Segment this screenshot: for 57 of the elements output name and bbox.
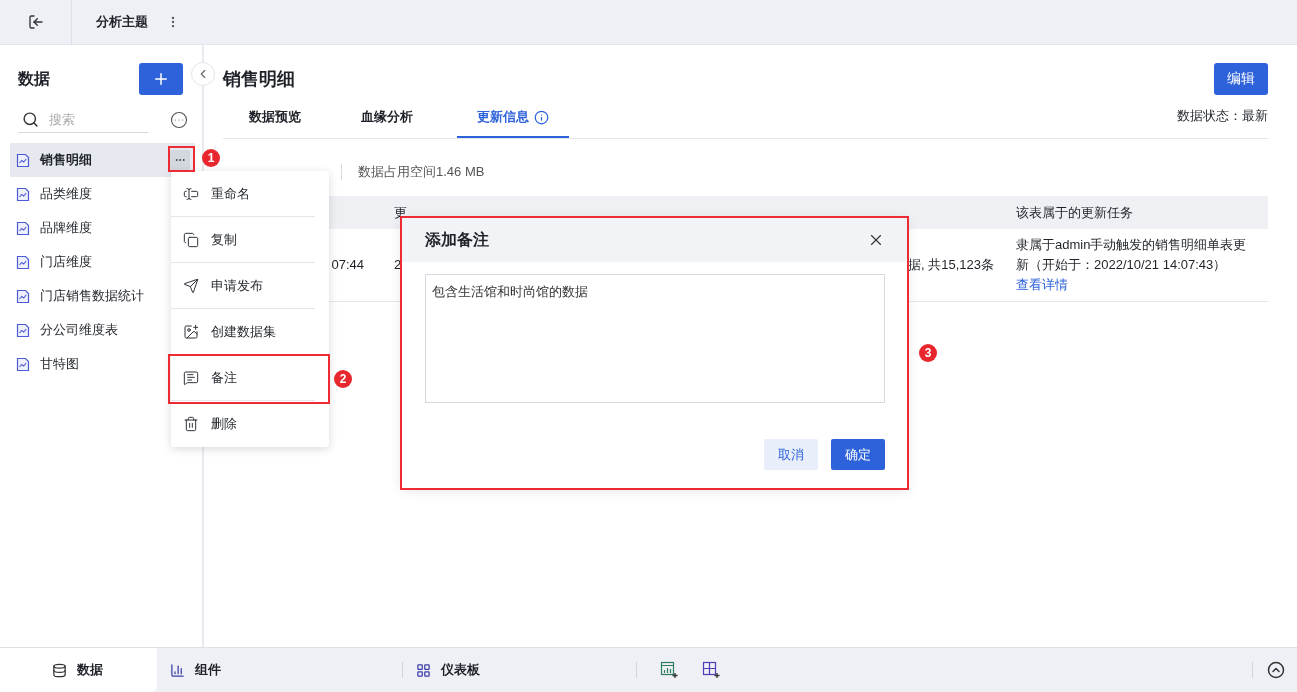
table-header-cell: 该表属于的更新任务 bbox=[1004, 196, 1268, 229]
search-icon bbox=[22, 111, 39, 128]
confirm-button[interactable]: 确定 bbox=[831, 439, 885, 470]
highlight-frame bbox=[168, 146, 195, 172]
line-chart-file-icon bbox=[16, 254, 30, 270]
grid-plus-icon[interactable] bbox=[702, 661, 720, 679]
step-badge: 3 bbox=[919, 344, 937, 362]
search-field[interactable]: 搜索 bbox=[47, 111, 127, 128]
page-title: 销售明细 bbox=[223, 68, 295, 91]
collapse-up-icon[interactable] bbox=[1267, 661, 1285, 679]
chart-plus-icon[interactable] bbox=[660, 661, 678, 679]
more-icon[interactable] bbox=[170, 111, 188, 129]
topic-title: 分析主题 bbox=[96, 13, 148, 31]
note-field[interactable]: 包含生活馆和时尚馆的数据 bbox=[425, 274, 885, 403]
dialog-title: 添加备注 bbox=[425, 229, 489, 250]
sidebar-item[interactable]: 销售明细 bbox=[10, 143, 195, 177]
info-icon bbox=[534, 109, 549, 125]
menu-item[interactable]: 重命名 bbox=[171, 171, 315, 217]
exit-icon bbox=[27, 14, 44, 30]
grid-icon bbox=[416, 662, 431, 678]
bar-chart-icon bbox=[170, 662, 185, 678]
line-chart-file-icon bbox=[16, 220, 30, 236]
text-cursor-icon bbox=[183, 185, 199, 202]
tab[interactable]: 更新信息 bbox=[457, 108, 569, 138]
line-chart-file-icon bbox=[16, 288, 30, 304]
chart-plus-icon bbox=[183, 323, 199, 340]
table-cell-text: 隶属于admin手动触发的销售明细单表更新（开始于：2022/10/21 14:07:43） bbox=[1016, 236, 1248, 274]
trash-icon bbox=[183, 416, 199, 432]
sidebar-title: 数据 bbox=[18, 68, 50, 89]
collapse-button[interactable] bbox=[191, 62, 215, 86]
step-badge: 1 bbox=[202, 149, 220, 167]
line-chart-file-icon bbox=[16, 356, 30, 372]
cancel-button[interactable]: 取消 bbox=[764, 439, 818, 470]
bottom-tab[interactable]: 组件 bbox=[157, 648, 402, 692]
tab[interactable]: 数据预览 bbox=[233, 108, 317, 138]
menu-item[interactable]: 创建数据集 bbox=[171, 309, 315, 355]
menu-item[interactable]: 复制 bbox=[171, 217, 315, 263]
line-chart-file-icon bbox=[16, 322, 30, 338]
edit-button[interactable]: 编辑 bbox=[1214, 63, 1268, 95]
message-icon bbox=[183, 369, 199, 386]
details-link[interactable]: 查看详情 bbox=[1016, 275, 1068, 295]
line-chart-file-icon bbox=[16, 186, 30, 202]
line-chart-file-icon bbox=[16, 152, 30, 168]
menu-item[interactable]: 备注 bbox=[171, 355, 315, 401]
storage-info: 数据占用空间1.46 MB bbox=[358, 163, 485, 181]
tab[interactable]: 血缘分析 bbox=[345, 108, 429, 138]
send-icon bbox=[183, 277, 199, 294]
menu-item[interactable]: 删除 bbox=[171, 401, 315, 447]
menu-item[interactable]: 申请发布 bbox=[171, 263, 315, 309]
add-button[interactable] bbox=[139, 63, 183, 95]
copy-icon bbox=[183, 231, 199, 248]
step-badge: 2 bbox=[334, 370, 352, 388]
plus-icon bbox=[152, 70, 170, 88]
database-icon bbox=[52, 662, 67, 678]
bottom-tab[interactable]: 仪表板 bbox=[403, 648, 636, 692]
data-status: 数据状态：最新 bbox=[1177, 107, 1268, 125]
bottom-tab[interactable]: 数据 bbox=[0, 648, 157, 692]
